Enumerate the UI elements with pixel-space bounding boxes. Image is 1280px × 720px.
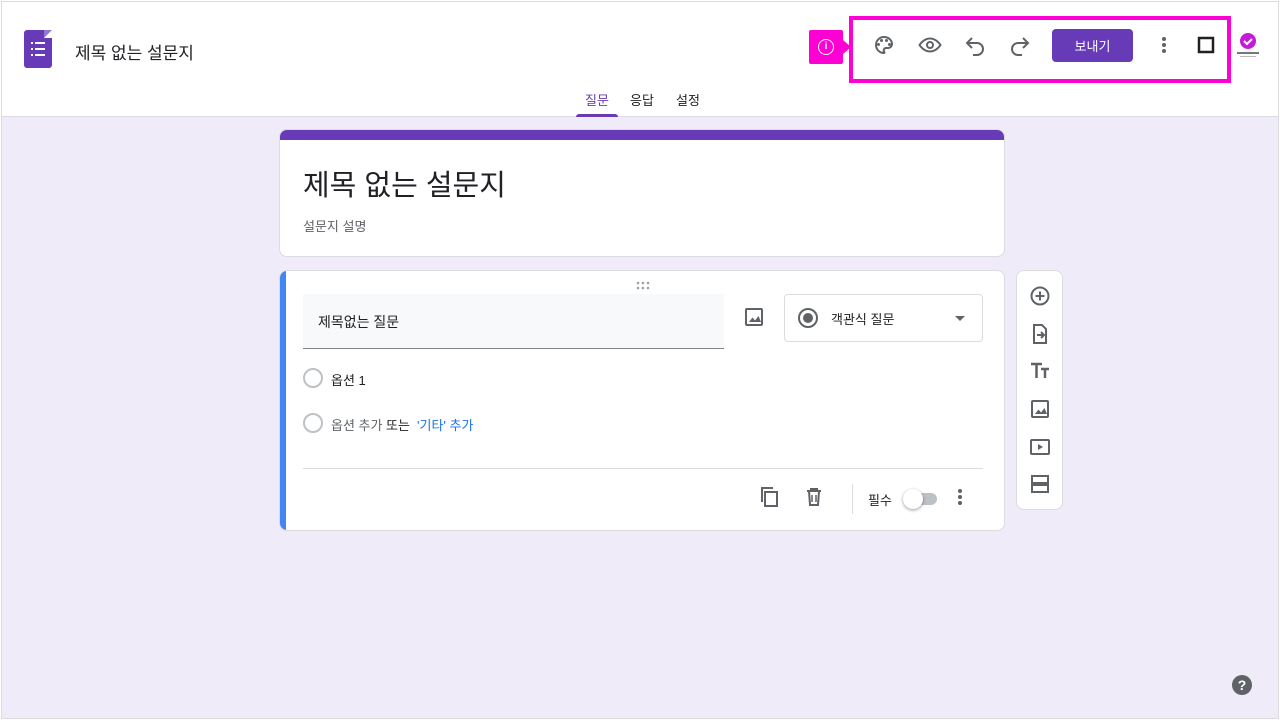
import-icon[interactable]: [1028, 322, 1052, 346]
square-icon[interactable]: [1194, 33, 1218, 57]
title-card-accent-bar: [280, 130, 1004, 140]
tab-questions[interactable]: 질문: [576, 90, 618, 117]
question-type-dropdown[interactable]: 객관식 질문: [784, 294, 983, 342]
send-button[interactable]: 보내기: [1052, 29, 1133, 62]
radio-icon: [303, 413, 323, 433]
doc-title[interactable]: 제목 없는 설문지: [75, 39, 194, 64]
tab-responses[interactable]: 응답: [630, 90, 654, 117]
section-icon[interactable]: [1028, 472, 1052, 496]
form-title-card[interactable]: 제목 없는 설문지 설문지 설명: [279, 129, 1005, 257]
question-card[interactable]: 제목없는 질문 객관식 질문 옵션 1 옵션 추가 또는 '기타' 추가 필수: [279, 270, 1005, 531]
or-text: 또는: [386, 418, 410, 433]
required-label: 필수: [868, 493, 892, 508]
question-active-bar: [280, 271, 286, 530]
caret-down-icon: [955, 316, 965, 321]
help-icon[interactable]: ?: [1232, 675, 1252, 695]
info-highlight-badge: i: [809, 30, 851, 64]
toggle-knob: [903, 489, 923, 509]
title-text-icon[interactable]: [1028, 359, 1052, 383]
avatar[interactable]: [1236, 32, 1260, 60]
video-icon[interactable]: [1028, 435, 1052, 459]
tab-label: 설정: [676, 93, 700, 108]
info-icon: i: [818, 39, 834, 55]
question-title-input[interactable]: 제목없는 질문: [303, 294, 724, 349]
footer-divider: [852, 484, 853, 514]
drag-handle-icon[interactable]: [635, 278, 651, 290]
header: 제목 없는 설문지 i 보내기 질문 응답 설정: [2, 2, 1278, 117]
image-icon[interactable]: [1028, 397, 1052, 421]
question-title-text: 제목없는 질문: [318, 314, 400, 330]
more-vert-icon[interactable]: [948, 485, 972, 509]
tab-bar: 질문 응답 설정: [2, 90, 1278, 117]
delete-icon[interactable]: [802, 485, 826, 509]
form-title[interactable]: 제목 없는 설문지: [303, 162, 506, 204]
question-type-label: 객관식 질문: [831, 312, 895, 327]
add-option-link[interactable]: 옵션 추가: [331, 415, 382, 434]
form-description[interactable]: 설문지 설명: [303, 216, 366, 235]
undo-icon[interactable]: [963, 33, 987, 57]
add-other-link[interactable]: '기타' 추가: [417, 415, 473, 434]
google-forms-logo-icon[interactable]: [24, 30, 52, 68]
app-frame: 제목 없는 설문지 i 보내기 질문 응답 설정 제목 없는 설문지 설문지 설…: [1, 1, 1279, 719]
required-toggle[interactable]: [903, 489, 939, 509]
eye-icon[interactable]: [918, 33, 942, 57]
redo-icon[interactable]: [1008, 33, 1032, 57]
tab-label: 질문: [585, 93, 609, 108]
tab-settings[interactable]: 설정: [676, 90, 700, 117]
add-circle-icon[interactable]: [1028, 284, 1052, 308]
palette-icon[interactable]: [872, 33, 896, 57]
divider: [303, 468, 983, 469]
tab-active-indicator: [576, 114, 618, 117]
side-toolbar: [1016, 270, 1063, 510]
radio-icon[interactable]: [303, 368, 323, 388]
duplicate-icon[interactable]: [757, 485, 781, 509]
add-image-icon[interactable]: [742, 305, 766, 329]
tab-label: 응답: [630, 93, 654, 108]
radio-selected-icon: [798, 308, 818, 328]
option-label[interactable]: 옵션 1: [331, 370, 366, 389]
more-vert-icon[interactable]: [1152, 33, 1176, 57]
